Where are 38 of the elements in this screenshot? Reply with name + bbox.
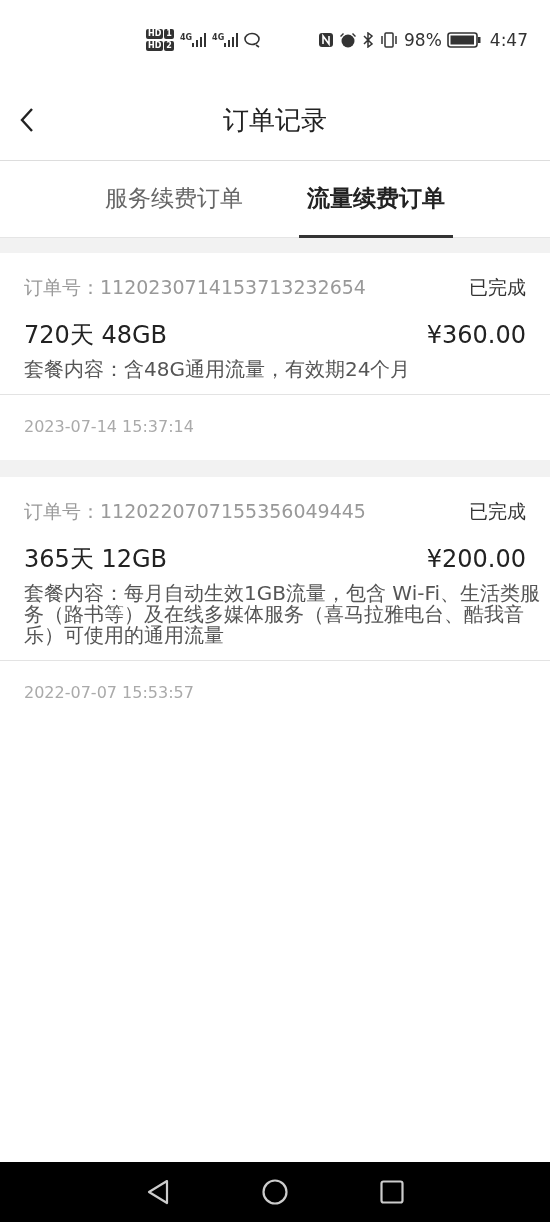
plan-name: 720天 48GB	[24, 320, 168, 351]
alarm-clock-icon	[339, 32, 357, 48]
signal-icon	[224, 33, 239, 47]
plan-description: 套餐内容：每月自动生效1GB流量，包含 Wi-Fi、生活类服务（路书等）及在线多媒体服务（喜马拉雅电台、酷我音乐）可使用的通用流量	[24, 583, 541, 646]
sim-label: 1	[164, 29, 174, 39]
vibrate-icon	[379, 32, 399, 48]
order-number: 订单号：1120220707155356049445	[24, 499, 366, 524]
back-nav-button[interactable]	[146, 1179, 170, 1205]
recents-nav-button[interactable]	[380, 1180, 404, 1204]
clock: 4:47	[489, 30, 528, 50]
battery-icon	[446, 32, 481, 48]
signal-icon	[192, 33, 207, 47]
order-date: 2022-07-07 15:53:57	[23, 682, 195, 704]
tab[interactable]: 服务续费订单	[97, 161, 251, 238]
price: ¥200.00	[426, 545, 526, 573]
sim-label: 2	[164, 41, 174, 51]
network-label: 4G	[212, 33, 225, 42]
square-icon	[380, 1180, 404, 1204]
back-button[interactable]	[20, 107, 34, 133]
triangle-icon	[146, 1179, 170, 1205]
plan-name: 365天 12GB	[24, 544, 168, 575]
order-status: 已完成	[469, 275, 526, 300]
order-number: 订单号：1120230714153713232654	[24, 275, 366, 300]
network-label: 4G	[179, 33, 193, 42]
chat-bubble-icon	[244, 32, 263, 48]
bluetooth-icon	[362, 32, 374, 48]
sim-label: HD	[146, 29, 164, 39]
price: ¥360.00	[426, 321, 526, 349]
sim-label: HD	[146, 41, 164, 51]
chevron-left-icon	[20, 107, 34, 133]
battery-percentage: 98%	[404, 30, 442, 50]
home-nav-button[interactable]	[262, 1179, 288, 1205]
nfc-icon	[318, 32, 334, 48]
plan-description: 套餐内容：含48G通用流量，有效期24个月	[24, 359, 412, 380]
circle-icon	[262, 1179, 288, 1205]
order-status: 已完成	[469, 499, 526, 524]
order-date: 2023-07-14 15:37:14	[23, 416, 195, 438]
page-title: 订单记录	[223, 103, 327, 137]
